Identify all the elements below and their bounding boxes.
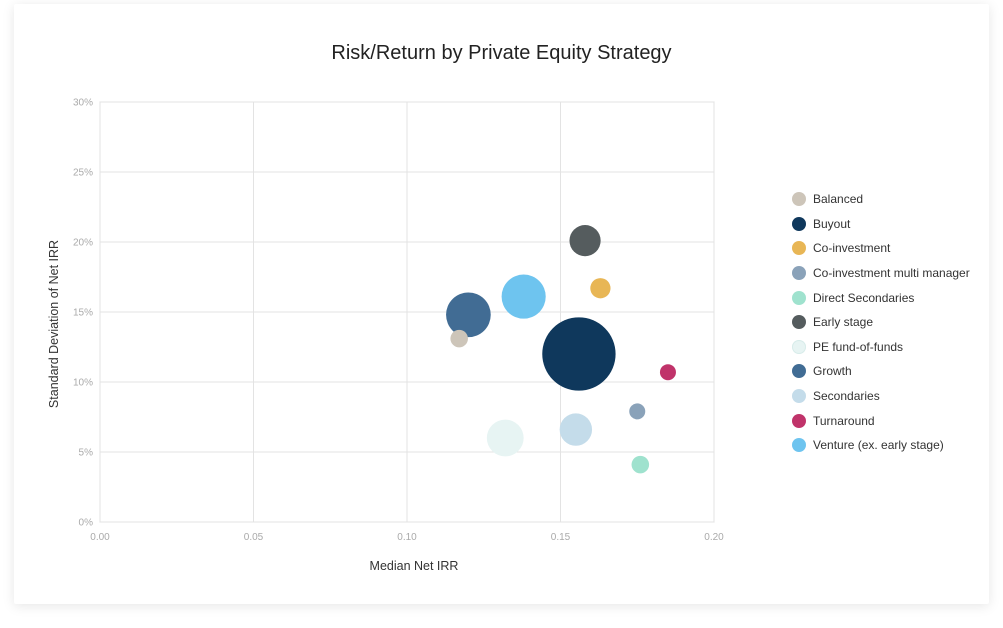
legend-swatch (792, 192, 806, 207)
x-tick-label: 0.05 (244, 532, 264, 543)
y-tick-label: 25% (73, 168, 93, 179)
bubble-point (450, 329, 468, 348)
x-tick-label: 0.20 (704, 532, 724, 543)
bubble-point (659, 364, 676, 381)
legend-label: Balanced (813, 192, 864, 207)
bubble-point (590, 278, 611, 299)
chart-legend: Balanced Buyout Co-investment Co-investment… (792, 187, 992, 458)
legend-item[interactable]: Balanced (792, 187, 992, 212)
x-tick-label: 0.00 (90, 532, 110, 543)
legend-label: Growth (813, 364, 852, 379)
x-tick-label: 0.15 (551, 532, 571, 543)
y-tick-label: 10% (73, 378, 93, 389)
legend-swatch (792, 290, 806, 305)
legend-swatch (792, 364, 806, 379)
legend-swatch (792, 266, 806, 281)
y-tick-label: 15% (73, 308, 93, 319)
legend-item[interactable]: Secondaries (792, 384, 992, 409)
legend-item[interactable]: Co-investment multi manager (792, 261, 992, 286)
legend-swatch (792, 315, 806, 330)
y-tick-label: 0% (79, 518, 94, 529)
legend-swatch (792, 241, 806, 256)
legend-item[interactable]: Buyout (792, 212, 992, 237)
legend-item[interactable]: Co-investment (792, 236, 992, 261)
bubble-point (501, 274, 546, 319)
y-tick-label: 30% (73, 98, 93, 109)
y-tick-label: 5% (79, 448, 94, 459)
legend-label: Early stage (813, 315, 874, 330)
legend-label: Co-investment multi manager (813, 266, 970, 281)
x-axis-label: Median Net IRR (370, 559, 459, 573)
legend-label: Direct Secondaries (813, 290, 915, 305)
bubble-point (486, 419, 524, 457)
legend-item[interactable]: Venture (ex. early stage) (792, 433, 992, 458)
legend-swatch (792, 413, 806, 428)
bubble-point (629, 403, 646, 420)
legend-label: PE fund-of-funds (813, 339, 904, 354)
legend-item[interactable]: Growth (792, 359, 992, 384)
legend-label: Venture (ex. early stage) (813, 438, 944, 453)
legend-swatch (792, 339, 806, 354)
legend-label: Turnaround (813, 413, 875, 428)
bubble-point (446, 292, 491, 338)
legend-swatch (792, 438, 806, 453)
bubble-point (569, 225, 601, 257)
legend-item[interactable]: PE fund-of-funds (792, 335, 992, 360)
bubble-point (631, 455, 650, 474)
legend-label: Co-investment (813, 241, 891, 256)
legend-label: Buyout (813, 216, 851, 231)
legend-swatch (792, 216, 806, 231)
bubble-point (559, 413, 593, 446)
legend-swatch (792, 389, 806, 404)
x-tick-label: 0.10 (397, 532, 417, 543)
legend-item[interactable]: Turnaround (792, 408, 992, 433)
legend-label: Secondaries (813, 389, 880, 404)
legend-item[interactable]: Direct Secondaries (792, 285, 992, 310)
y-axis-label: Standard Deviation of Net IRR (47, 240, 61, 408)
y-tick-label: 20% (73, 238, 93, 249)
legend-item[interactable]: Early stage (792, 310, 992, 335)
bubble-point (542, 317, 616, 391)
